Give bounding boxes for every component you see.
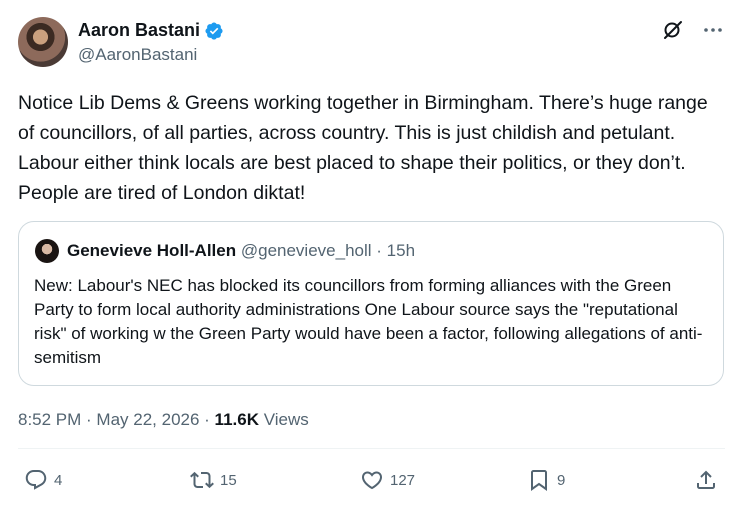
share-button[interactable] [694, 468, 718, 492]
repost-count: 15 [220, 471, 237, 489]
like-count: 127 [390, 471, 416, 489]
tweet-date[interactable]: May 22, 2026 [96, 410, 199, 429]
quoted-separator: · [376, 241, 387, 260]
tweet-meta: 8:52 PM · May 22, 2026 · 11.6K Views [18, 410, 309, 430]
verified-badge-icon[interactable] [204, 21, 224, 41]
quoted-tweet-header: Genevieve Holl-Allen @genevieve_holl · 1… [67, 241, 415, 261]
quoted-tweet-text: New: Labour's NEC has blocked its counci… [34, 276, 703, 367]
like-icon [361, 471, 383, 490]
repost-icon [190, 471, 214, 489]
tweet-text: Notice Lib Dems & Greens working togethe… [18, 92, 708, 204]
views-label: Views [258, 410, 309, 429]
reply-count: 4 [54, 471, 63, 489]
meta-separator: · [199, 410, 215, 429]
divider [18, 448, 725, 449]
reply-icon [25, 470, 47, 490]
tweet-time[interactable]: 8:52 PM [18, 410, 81, 429]
quoted-author-name[interactable]: Genevieve Holl-Allen [67, 241, 236, 260]
tweet-top-actions [661, 18, 725, 42]
author-avatar[interactable] [18, 17, 68, 67]
like-button[interactable]: 127 [360, 468, 415, 492]
quoted-time[interactable]: 15h [387, 241, 415, 260]
share-icon [697, 470, 715, 489]
bookmark-count: 9 [557, 471, 566, 489]
bookmark-icon [531, 470, 547, 491]
more-icon[interactable] [701, 18, 725, 42]
reply-button[interactable]: 4 [24, 468, 62, 492]
bookmark-button[interactable]: 9 [527, 468, 565, 492]
views-count: 11.6K [214, 410, 259, 429]
action-bar: 4 15 127 9 [18, 468, 725, 498]
quoted-author-avatar[interactable] [35, 239, 59, 263]
grok-icon[interactable] [661, 18, 685, 42]
quoted-author-handle[interactable]: @genevieve_holl [241, 241, 372, 260]
author-name[interactable]: Aaron Bastani [78, 20, 200, 41]
repost-button[interactable]: 15 [190, 468, 237, 492]
quoted-tweet[interactable]: Genevieve Holl-Allen @genevieve_holl · 1… [18, 221, 724, 386]
author-handle[interactable]: @AaronBastani [78, 45, 197, 65]
meta-separator: · [81, 410, 97, 429]
author-name-row: Aaron Bastani [78, 20, 224, 41]
